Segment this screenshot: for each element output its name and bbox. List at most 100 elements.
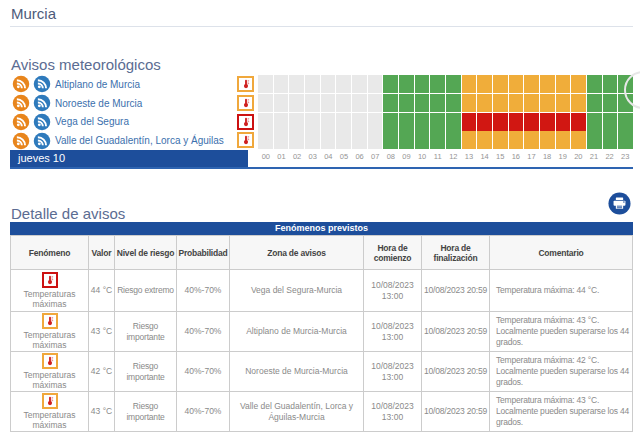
timeline-cell-green: [383, 94, 398, 112]
weather-warnings-page: Murcia Avisos meteorológicos Altiplano d…: [0, 0, 640, 434]
timeline-cell-red: [509, 113, 524, 131]
zone-row-header: Valle del Guadalentín, Lorca y Águilas: [10, 131, 258, 150]
warnings-timeline: Altiplano de Murcia Noroeste de Murcia Veg…: [10, 75, 633, 169]
timeline-cell-none: [289, 94, 304, 112]
cell-valor: 44 °C: [89, 270, 115, 312]
hour-label: 03: [305, 150, 321, 167]
cell-nivel: Riesgo importante: [115, 312, 177, 352]
column-header: Probabilidad: [177, 236, 230, 270]
zone-link[interactable]: Noroeste de Murcia: [55, 98, 142, 109]
timeline-cell-orange: [509, 94, 524, 112]
timeline-cell-orange: [540, 75, 555, 93]
zone-link[interactable]: Altiplano de Murcia: [55, 79, 140, 90]
timeline-cell-orange: [462, 131, 477, 149]
details-table-caption: Fenómenos previstos: [10, 222, 633, 235]
timeline-cell-none: [368, 94, 383, 112]
cell-finalizacion: 10/08/2023 20:59: [422, 392, 490, 432]
rss-blue-icon[interactable]: [33, 75, 51, 93]
hour-label: 06: [352, 150, 368, 167]
cell-zona: Vega del Segura-Murcia: [230, 270, 364, 312]
column-header: Zona de avisos: [230, 236, 364, 270]
max-temperature-warning-icon: [42, 393, 58, 409]
timeline-cell-none: [305, 131, 320, 149]
timeline-cell-red: [462, 113, 477, 131]
cell-probabilidad: 40%-70%: [177, 392, 230, 432]
cell-comentario: Temperatura máxima: 43 °C. Localmente pu…: [490, 392, 633, 432]
details-row: Temperaturas máximas44 °CRiesgo extremo4…: [11, 270, 633, 312]
hour-label: 13: [461, 150, 477, 167]
column-header: Comentario: [490, 236, 633, 270]
timeline-cell-none: [368, 131, 383, 149]
column-header: Valor: [89, 236, 115, 270]
timeline-cell-orange: [556, 94, 571, 112]
hour-label: 08: [383, 150, 399, 167]
details-header-row: FenómenoValorNivel de riesgoProbabilidad…: [11, 236, 633, 270]
timeline-cell-none: [274, 75, 289, 93]
rss-orange-icon[interactable]: [12, 94, 30, 112]
column-header: Hora de comienzo: [364, 236, 422, 270]
rss-blue-icon[interactable]: [33, 113, 51, 131]
timeline-cell-green: [603, 75, 618, 93]
hour-label: 22: [602, 150, 618, 167]
timeline-cell-none: [321, 75, 336, 93]
max-temperature-warning-icon[interactable]: [237, 95, 254, 111]
rss-orange-icon[interactable]: [12, 75, 30, 93]
cell-valor: 42 °C: [89, 352, 115, 392]
zone-link[interactable]: Vega del Segura: [55, 116, 129, 127]
timeline-cell-orange: [524, 131, 539, 149]
timeline-cell-orange: [477, 94, 492, 112]
timeline-cell-green: [430, 75, 445, 93]
details-row: Temperaturas máximas43 °CRiesgo importan…: [11, 392, 633, 432]
timeline-cell-none: [258, 94, 273, 112]
rss-blue-icon[interactable]: [33, 94, 51, 112]
timeline-cell-none: [352, 75, 367, 93]
timeline-zone-row: Noroeste de Murcia: [10, 94, 633, 113]
timeline-cell-none: [274, 94, 289, 112]
timeline-cell-green: [446, 113, 461, 131]
timeline-cell-orange: [524, 94, 539, 112]
cell-nivel: Riesgo extremo: [115, 270, 177, 312]
timeline-cell-none: [258, 75, 273, 93]
cell-comienzo: 10/08/2023 13:00: [364, 392, 422, 432]
timeline-cell-green: [415, 113, 430, 131]
timeline-cell-green: [587, 113, 602, 131]
hour-label: 05: [336, 150, 352, 167]
max-temperature-warning-icon[interactable]: [237, 76, 254, 92]
hour-label: 02: [289, 150, 305, 167]
max-temperature-warning-icon: [42, 353, 58, 369]
timeline-cell-orange: [462, 94, 477, 112]
zone-link[interactable]: Valle del Guadalentín, Lorca y Águilas: [55, 135, 224, 146]
timeline-cell-orange: [556, 75, 571, 93]
max-temperature-warning-icon[interactable]: [237, 132, 254, 148]
timeline-cell-green: [415, 94, 430, 112]
timeline-cell-green: [399, 94, 414, 112]
timeline-cell-red: [540, 113, 555, 131]
zone-hour-cells: [258, 75, 633, 94]
timeline-cell-green: [446, 94, 461, 112]
timeline-cell-none: [368, 113, 383, 131]
hour-label: 21: [586, 150, 602, 167]
hour-label: 23: [617, 150, 633, 167]
timeline-cell-orange: [540, 131, 555, 149]
print-button[interactable]: [608, 192, 631, 215]
timeline-cell-none: [336, 131, 351, 149]
timeline-cell-green: [399, 131, 414, 149]
timeline-cell-none: [352, 131, 367, 149]
max-temperature-warning-icon: [42, 272, 58, 288]
timeline-cell-green: [587, 94, 602, 112]
timeline-cell-green: [383, 131, 398, 149]
timeline-cell-none: [336, 94, 351, 112]
cell-nivel: Riesgo importante: [115, 352, 177, 392]
timeline-cell-red: [524, 113, 539, 131]
timeline-cell-none: [289, 131, 304, 149]
rss-blue-icon[interactable]: [33, 132, 51, 150]
rss-orange-icon[interactable]: [12, 132, 30, 150]
cell-comentario: Temperatura máxima: 44 °C.: [490, 270, 633, 312]
timeline-cell-none: [289, 113, 304, 131]
avisos-heading: Avisos meteorológicos: [11, 57, 633, 73]
timeline-cell-none: [258, 113, 273, 131]
rss-orange-icon[interactable]: [12, 113, 30, 131]
max-temperature-warning-icon[interactable]: [237, 114, 254, 130]
max-temperature-warning-icon: [42, 313, 58, 329]
hour-label: 11: [430, 150, 446, 167]
